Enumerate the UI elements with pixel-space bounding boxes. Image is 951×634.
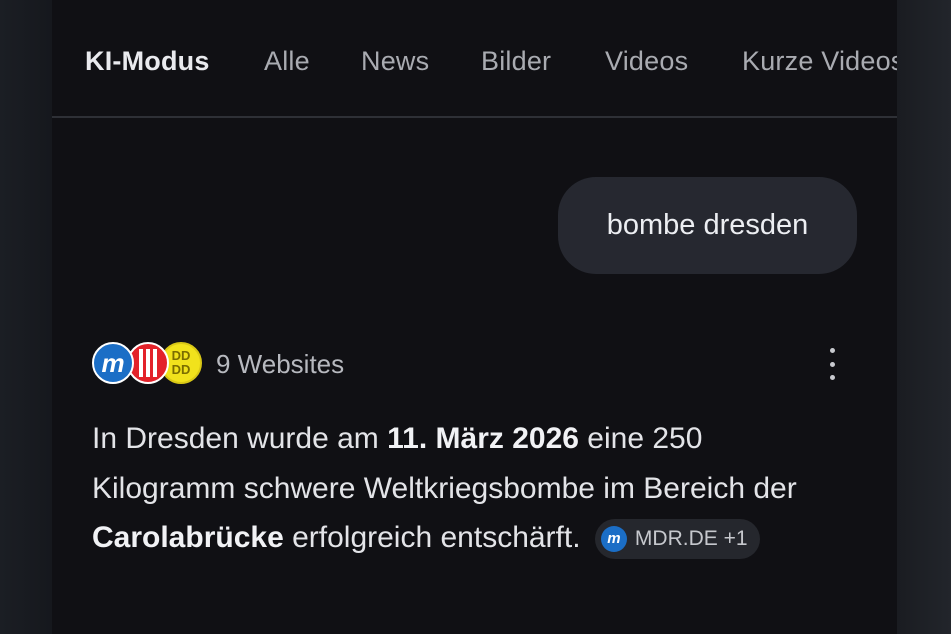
background-left <box>0 0 52 634</box>
source-favicons: m DD DD <box>92 341 202 387</box>
answer-text-part3: erfolgreich entschärft. <box>283 521 581 554</box>
user-query-bubble: bombe dresden <box>558 177 857 274</box>
citation-label: MDR.DE +1 <box>634 526 748 550</box>
answer-date: 11. März 2026 <box>387 422 579 455</box>
tab-ki-modus[interactable]: KI-Modus <box>85 46 210 77</box>
mdr-icon: m <box>600 525 627 552</box>
mdr-icon: m <box>92 342 134 384</box>
citation-chip[interactable]: m MDR.DE +1 <box>594 518 760 559</box>
answer-text-part1: In Dresden wurde am <box>92 422 388 455</box>
sources-button[interactable]: m DD DD 9 Websites <box>92 340 344 388</box>
tab-alle[interactable]: Alle <box>264 46 310 77</box>
search-tabs: KI-Modus Alle News Bilder Videos Kurze V… <box>52 0 897 118</box>
tab-videos[interactable]: Videos <box>605 46 688 77</box>
ai-mode-panel: KI-Modus Alle News Bilder Videos Kurze V… <box>52 0 897 634</box>
tab-news[interactable]: News <box>361 46 429 77</box>
more-vert-icon[interactable] <box>818 348 846 380</box>
tab-kurze-videos[interactable]: Kurze Videos <box>742 46 897 77</box>
tab-bilder[interactable]: Bilder <box>481 46 551 77</box>
background-right <box>897 0 951 634</box>
sources-count-label: 9 Websites <box>216 348 345 379</box>
ai-answer-text: In Dresden wurde am 11. März 2026 eine 2… <box>92 414 852 563</box>
answer-place: Carolabrücke <box>92 521 284 554</box>
